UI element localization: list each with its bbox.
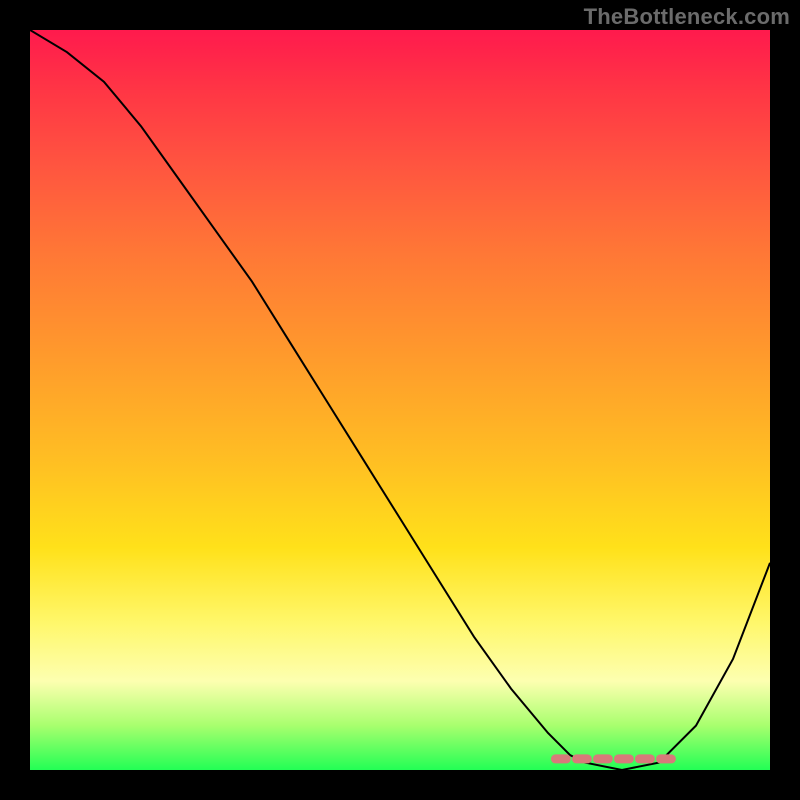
- bottleneck-curve: [30, 30, 770, 770]
- watermark-text: TheBottleneck.com: [584, 4, 790, 30]
- plot-area: [30, 30, 770, 770]
- curve-svg: [30, 30, 770, 770]
- chart-frame: TheBottleneck.com: [0, 0, 800, 800]
